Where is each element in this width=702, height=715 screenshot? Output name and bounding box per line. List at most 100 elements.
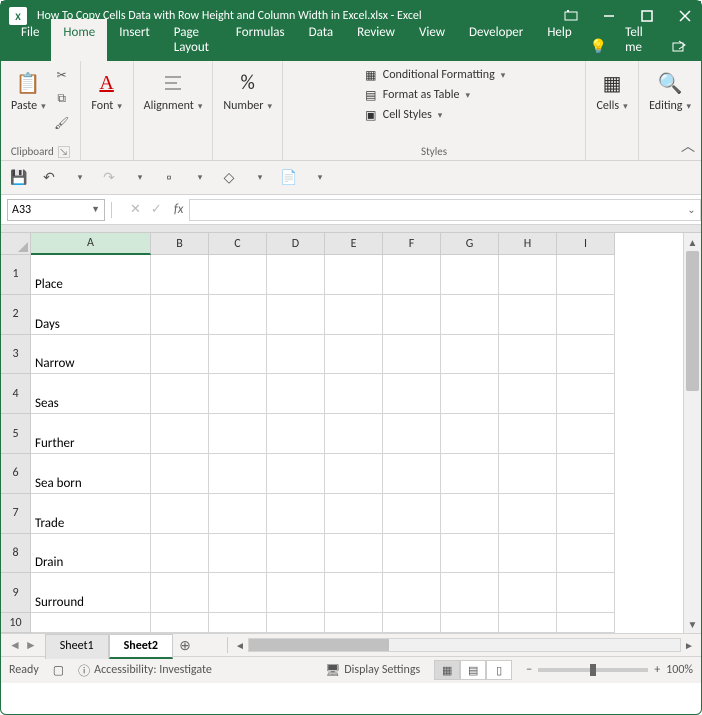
horizontal-scrollbar[interactable]: ◄ ►: [232, 638, 697, 652]
format-painter-button[interactable]: 🖌: [52, 113, 72, 133]
cell-G7[interactable]: [441, 494, 499, 534]
row-header-8[interactable]: 8: [1, 534, 31, 574]
column-header-A[interactable]: A: [31, 233, 151, 255]
cell-F2[interactable]: [383, 295, 441, 335]
cell-C4[interactable]: [209, 374, 267, 414]
cell-H8[interactable]: [499, 534, 557, 574]
cell-D5[interactable]: [267, 414, 325, 454]
cell-B3[interactable]: [151, 335, 209, 375]
zoom-control[interactable]: − + 100%: [526, 663, 693, 677]
tab-file[interactable]: File: [9, 19, 51, 61]
name-box-dropdown-icon[interactable]: ▼: [91, 204, 100, 215]
cell-C6[interactable]: [209, 454, 267, 494]
cell-I7[interactable]: [557, 494, 615, 534]
cell-F4[interactable]: [383, 374, 441, 414]
cell-A5[interactable]: Further: [31, 414, 151, 454]
scroll-thumb[interactable]: [686, 251, 699, 391]
cell-B2[interactable]: [151, 295, 209, 335]
clipboard-launcher[interactable]: ↘: [58, 146, 70, 158]
cell-E7[interactable]: [325, 494, 383, 534]
cell-F1[interactable]: [383, 255, 441, 295]
copy-button[interactable]: ⧉: [52, 89, 72, 109]
cell-D3[interactable]: [267, 335, 325, 375]
cell-H4[interactable]: [499, 374, 557, 414]
undo-button[interactable]: ↶: [39, 168, 59, 188]
row-header-2[interactable]: 2: [1, 295, 31, 335]
cell-F8[interactable]: [383, 534, 441, 574]
cell-B1[interactable]: [151, 255, 209, 295]
tab-home[interactable]: Home: [51, 19, 107, 61]
cell-F7[interactable]: [383, 494, 441, 534]
qat-item-2[interactable]: ◇: [219, 168, 239, 188]
cells-button[interactable]: ▦ Cells: [594, 65, 630, 115]
cell-G4[interactable]: [441, 374, 499, 414]
cell-I1[interactable]: [557, 255, 615, 295]
cell-A2[interactable]: Days: [31, 295, 151, 335]
cell-B4[interactable]: [151, 374, 209, 414]
page-layout-view-button[interactable]: ▤: [460, 660, 486, 680]
tab-insert[interactable]: Insert: [107, 19, 162, 61]
qat-item-1-dd[interactable]: [189, 168, 209, 188]
cell-A7[interactable]: Trade: [31, 494, 151, 534]
page-break-view-button[interactable]: ▯: [486, 660, 512, 680]
qat-customize[interactable]: [309, 168, 329, 188]
tab-data[interactable]: Data: [297, 19, 346, 61]
next-sheet-button[interactable]: ►: [25, 638, 37, 653]
cell-I10[interactable]: [557, 613, 615, 633]
cell-D1[interactable]: [267, 255, 325, 295]
conditional-formatting-button[interactable]: ▦Conditional Formatting: [363, 67, 505, 83]
column-header-D[interactable]: D: [267, 233, 325, 255]
enter-formula-button[interactable]: ✓: [151, 202, 162, 217]
save-button[interactable]: 💾: [9, 168, 29, 188]
lightbulb-icon[interactable]: 💡: [590, 38, 607, 55]
qat-item-3[interactable]: 📄: [279, 168, 299, 188]
column-header-I[interactable]: I: [557, 233, 615, 255]
row-header-1[interactable]: 1: [1, 255, 31, 295]
cell-D7[interactable]: [267, 494, 325, 534]
cell-H9[interactable]: [499, 573, 557, 613]
tab-view[interactable]: View: [407, 19, 457, 61]
zoom-in-button[interactable]: +: [654, 663, 660, 677]
share-icon[interactable]: [671, 39, 687, 55]
cell-G10[interactable]: [441, 613, 499, 633]
cell-B9[interactable]: [151, 573, 209, 613]
cell-E10[interactable]: [325, 613, 383, 633]
cell-I6[interactable]: [557, 454, 615, 494]
cell-D4[interactable]: [267, 374, 325, 414]
cell-C5[interactable]: [209, 414, 267, 454]
cell-C1[interactable]: [209, 255, 267, 295]
column-header-C[interactable]: C: [209, 233, 267, 255]
hscroll-thumb[interactable]: [249, 639, 389, 651]
cell-I3[interactable]: [557, 335, 615, 375]
cell-B10[interactable]: [151, 613, 209, 633]
display-settings-button[interactable]: 🖥Display Settings: [325, 663, 420, 678]
cancel-formula-button[interactable]: ✕: [130, 202, 141, 217]
cell-H1[interactable]: [499, 255, 557, 295]
row-header-6[interactable]: 6: [1, 454, 31, 494]
accessibility-button[interactable]: ⓘAccessibility: Investigate: [78, 662, 212, 679]
cell-G5[interactable]: [441, 414, 499, 454]
zoom-level[interactable]: 100%: [666, 663, 693, 677]
tell-me[interactable]: Tell me: [613, 19, 665, 61]
cell-F10[interactable]: [383, 613, 441, 633]
collapse-ribbon-button[interactable]: ︿: [681, 136, 695, 156]
tab-formulas[interactable]: Formulas: [224, 19, 297, 61]
cell-styles-button[interactable]: ▣Cell Styles: [363, 107, 505, 123]
cell-H6[interactable]: [499, 454, 557, 494]
tab-page-layout[interactable]: Page Layout: [162, 19, 224, 61]
cell-F6[interactable]: [383, 454, 441, 494]
macro-record-icon[interactable]: ▢: [53, 663, 64, 678]
cell-G2[interactable]: [441, 295, 499, 335]
cell-I9[interactable]: [557, 573, 615, 613]
cell-E9[interactable]: [325, 573, 383, 613]
cell-C9[interactable]: [209, 573, 267, 613]
editing-button[interactable]: 🔍 Editing: [647, 65, 693, 115]
cell-G8[interactable]: [441, 534, 499, 574]
select-all-corner[interactable]: [1, 233, 31, 255]
cell-H7[interactable]: [499, 494, 557, 534]
cell-A6[interactable]: Sea born: [31, 454, 151, 494]
cell-D10[interactable]: [267, 613, 325, 633]
name-box[interactable]: A33 ▼: [7, 199, 105, 221]
cell-D9[interactable]: [267, 573, 325, 613]
cell-C7[interactable]: [209, 494, 267, 534]
